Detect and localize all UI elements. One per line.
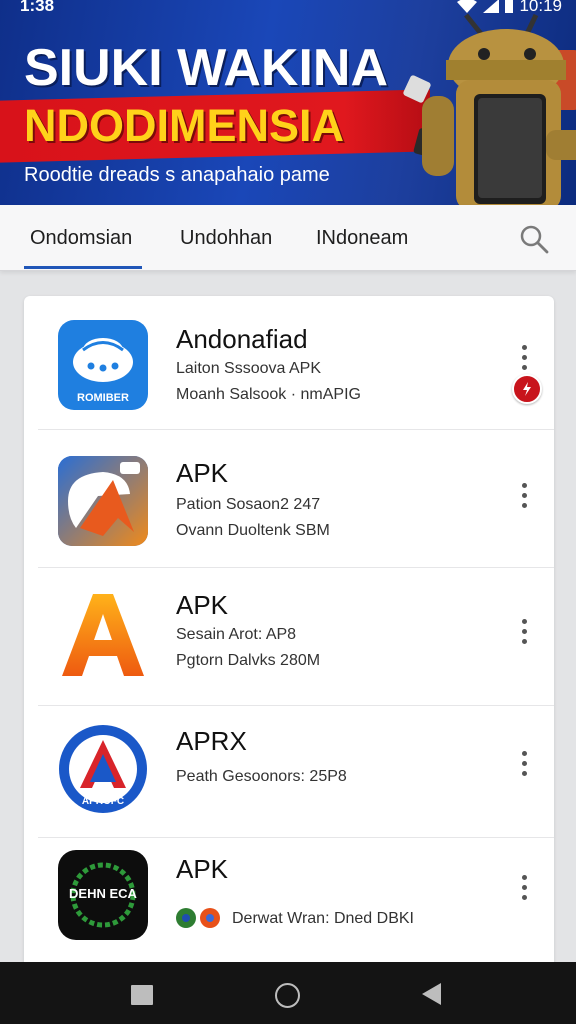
list-item[interactable]: APK Sesain Arot: AP8 Pgtorn Dalvks 280M	[24, 572, 554, 706]
lightning-icon	[523, 382, 531, 396]
cloud-app-icon: ROMIBER	[58, 320, 148, 410]
app-icon-label: ROMIBER	[77, 392, 129, 404]
battery-icon	[505, 0, 513, 13]
list-item[interactable]: ROMIBER Andonafiad Laiton Sssoova APK Mo…	[24, 296, 554, 430]
tab-undohhan[interactable]: Undohhan	[180, 227, 272, 250]
list-item[interactable]: APK Pation Sosaon2 247 Ovann Duoltenk SB…	[24, 434, 554, 568]
app-name: Andonafiad	[176, 324, 308, 354]
more-options-icon[interactable]	[514, 342, 534, 376]
recent-apps-icon[interactable]	[131, 985, 153, 1005]
app-icon-label: APROFC	[82, 796, 124, 807]
android-robot-icon	[403, 13, 576, 205]
divider	[38, 567, 554, 568]
back-icon[interactable]	[422, 983, 441, 1005]
more-options-icon[interactable]	[514, 872, 534, 906]
laurel-app-icon: DEHN ECA	[58, 850, 148, 940]
tab-bar: Ondomsian Undohhan INdoneam	[0, 205, 576, 271]
circle-a-app-icon: APROFC	[59, 725, 147, 813]
system-nav-bar	[0, 962, 576, 1024]
hero-subtitle: NDODIMENSIA	[24, 100, 345, 151]
status-time-right: 10:19	[519, 0, 562, 15]
app-name: APK	[176, 590, 229, 620]
hero-banner: SIUKI WAKINA NDODIMENSIA Roodtie dreads …	[0, 0, 576, 205]
status-icons	[456, 0, 514, 14]
app-meta-line-1: Derwat Wran: Dned DBKI	[232, 910, 414, 927]
more-options-icon[interactable]	[514, 616, 534, 650]
tab-ondomsian[interactable]: Ondomsian	[30, 227, 132, 250]
app-meta-line-2: Pgtorn Dalvks 280M	[176, 652, 321, 669]
app-meta-line-1: Laiton Sssoova APK	[176, 360, 321, 377]
list-item[interactable]: DEHN ECA APK Derwat Wran: Dned DBKI	[24, 836, 554, 970]
app-name: APK	[176, 854, 229, 884]
tab-indoneam[interactable]: INdoneam	[316, 227, 408, 250]
app-meta-line-1: Peath Gesoonors: 25P8	[176, 768, 347, 785]
active-tab-indicator	[24, 266, 142, 269]
app-meta-line-2: Moanh Salsook · nmAPIG	[176, 386, 361, 403]
signal-icon	[483, 0, 499, 13]
app-icon-label: DEHN ECA	[69, 886, 138, 901]
wifi-icon	[457, 0, 477, 13]
status-bar: 1:38 10:19	[0, 0, 576, 20]
app-meta-line-1: Sesain Arot: AP8	[176, 626, 297, 643]
app-meta-line-1: Pation Sosaon2 247	[176, 496, 321, 513]
more-options-icon[interactable]	[514, 748, 534, 782]
letter-a-app-icon	[62, 594, 144, 676]
chat-arrow-app-icon	[58, 456, 148, 546]
home-icon[interactable]	[275, 983, 300, 1008]
more-options-icon[interactable]	[514, 480, 534, 514]
search-icon[interactable]	[518, 223, 550, 255]
chrome-like-icon	[176, 908, 220, 928]
app-name: APK	[176, 458, 229, 488]
notification-badge	[512, 374, 542, 404]
divider	[38, 429, 554, 430]
hero-tagline: Roodtie dreads s anapahaio pame	[24, 164, 330, 186]
list-item[interactable]: APROFC APRX Peath Gesoonors: 25P8	[24, 704, 554, 838]
status-time-left: 1:38	[20, 0, 55, 15]
app-meta-line-2: Ovann Duoltenk SBM	[176, 522, 330, 539]
app-name: APRX	[176, 726, 247, 756]
app-list: ROMIBER Andonafiad Laiton Sssoova APK Mo…	[24, 296, 554, 976]
hero-title: SIUKI WAKINA	[24, 39, 388, 97]
